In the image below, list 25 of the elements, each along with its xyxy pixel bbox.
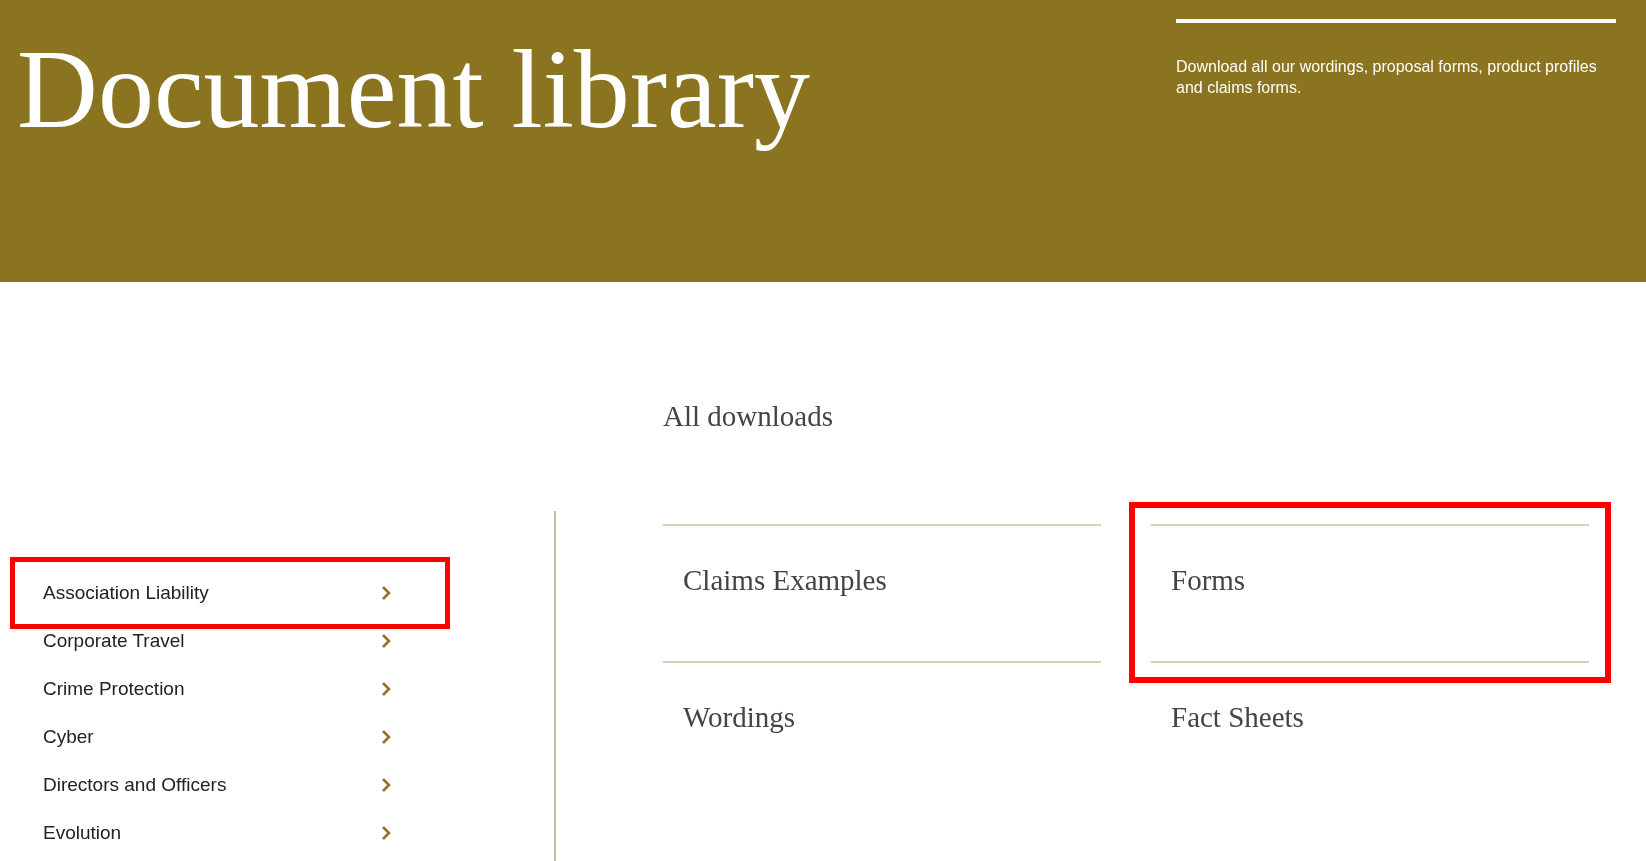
sidebar-item[interactable]: Cyber [43, 713, 413, 761]
chevron-right-icon [381, 777, 391, 793]
chevron-right-icon [381, 825, 391, 841]
sidebar-label: Evolution [43, 822, 122, 844]
sidebar-item[interactable]: Corporate Travel [43, 617, 413, 665]
sidebar-label: Crime Protection [43, 678, 185, 700]
section-title: All downloads [663, 400, 834, 434]
chevron-right-icon [381, 681, 391, 697]
chevron-right-icon [381, 729, 391, 745]
sidebar-label: Cyber [43, 726, 94, 748]
sidebar-label: Association Liability [43, 582, 209, 604]
category-link[interactable]: Forms [1151, 524, 1589, 661]
page-title: Document library [17, 26, 811, 153]
sidebar-label: Corporate Travel [43, 630, 185, 652]
category-link[interactable]: Wordings [663, 661, 1101, 798]
page-description: Download all our wordings, proposal forms, product profiles and claims forms. [1176, 57, 1598, 98]
chevron-right-icon [381, 585, 391, 601]
sidebar-item[interactable]: Evolution [43, 809, 413, 857]
category-link[interactable]: Fact Sheets [1151, 661, 1589, 798]
sidebar-item[interactable]: Crime Protection [43, 665, 413, 713]
sidebar-item[interactable]: Association Liability [43, 569, 413, 617]
sidebar-item[interactable]: Directors and Officers [43, 761, 413, 809]
sidebar-label: Directors and Officers [43, 774, 227, 796]
chevron-right-icon [381, 633, 391, 649]
category-link[interactable]: Claims Examples [663, 524, 1101, 661]
